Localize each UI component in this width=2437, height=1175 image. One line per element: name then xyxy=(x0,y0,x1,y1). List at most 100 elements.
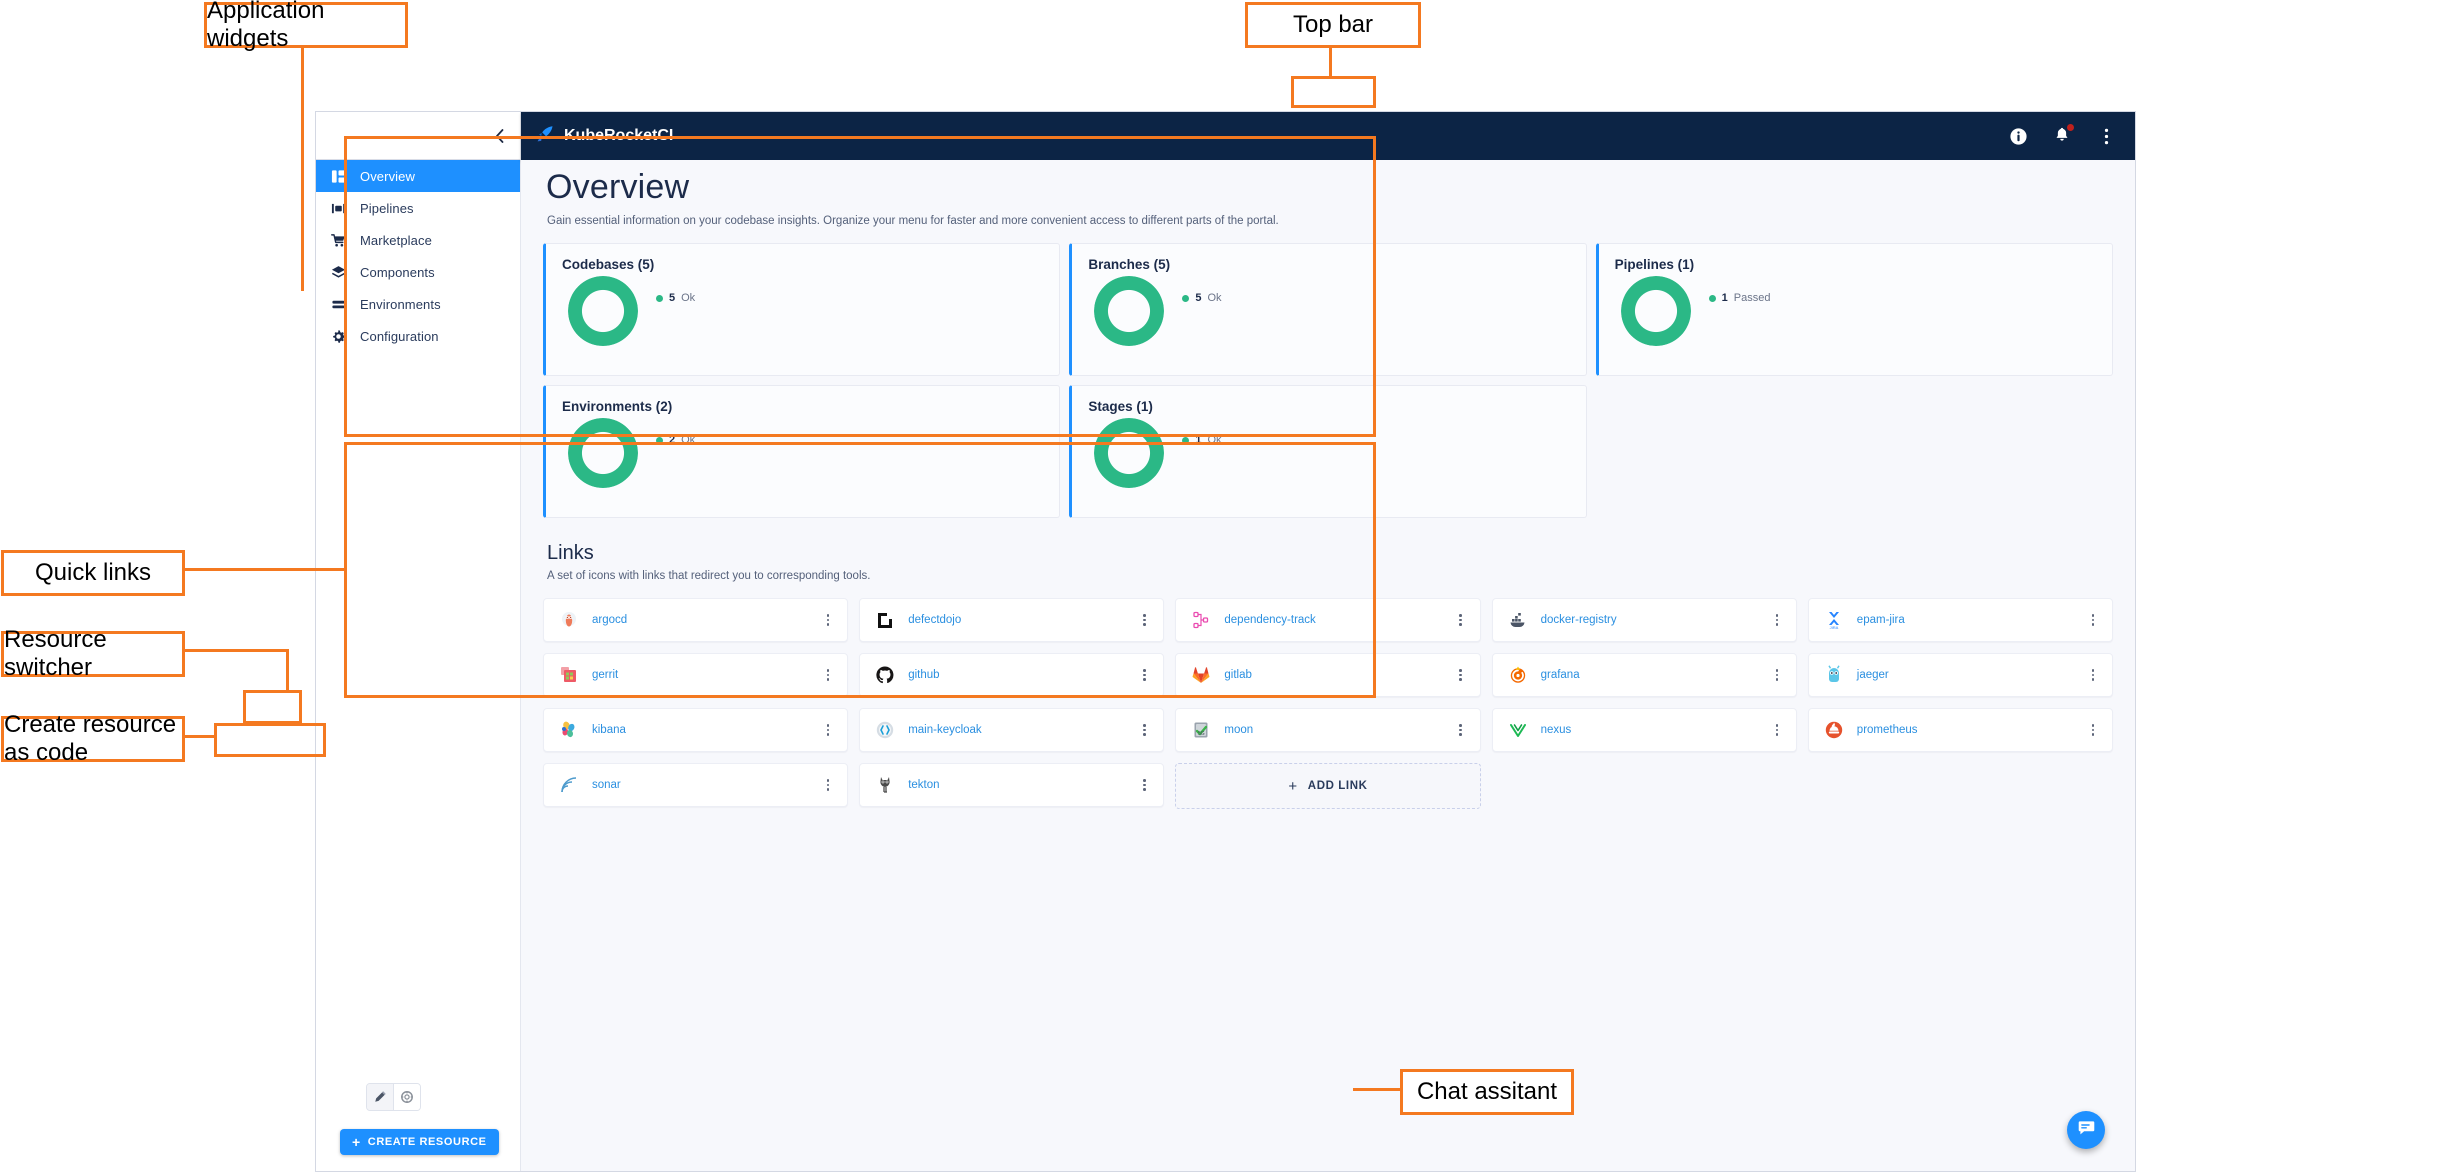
link-card-tekton[interactable]: tekton xyxy=(859,763,1165,807)
link-options-icon[interactable] xyxy=(2086,724,2100,736)
create-resource-label: CREATE RESOURCE xyxy=(367,1136,487,1148)
link-options-icon[interactable] xyxy=(1454,614,1468,626)
annotation-label: Resource switcher xyxy=(4,626,107,681)
link-card-moon[interactable]: 5G moon xyxy=(1175,708,1481,752)
link-options-icon[interactable] xyxy=(1770,669,1784,681)
link-options-icon[interactable] xyxy=(1137,614,1151,626)
svg-text:JIRA: JIRA xyxy=(1829,625,1838,630)
sidebar-item-marketplace[interactable]: Marketplace xyxy=(316,224,520,256)
link-options-icon[interactable] xyxy=(1770,724,1784,736)
annotation-leader-resource-switcher-h xyxy=(179,649,289,652)
link-card-gerrit[interactable]: gerrit xyxy=(543,653,849,697)
cart-icon xyxy=(316,233,360,248)
link-card-dependency-track[interactable]: dependency-track xyxy=(1175,598,1481,642)
sidebar-item-label: Marketplace xyxy=(360,232,432,248)
grafana-icon xyxy=(1507,664,1529,686)
widget-body: 5 Ok xyxy=(562,276,1043,346)
widget-title: Pipelines (1) xyxy=(1614,257,1695,272)
link-card-github[interactable]: github xyxy=(859,653,1165,697)
link-options-icon[interactable] xyxy=(2086,669,2100,681)
application-widgets-grid: Codebases (5) 5 Ok Branches (5) 5 Ok Pip… xyxy=(543,243,2113,518)
info-icon[interactable] xyxy=(2007,125,2029,147)
notification-badge xyxy=(2067,124,2074,131)
annotation-label: Quick links xyxy=(34,559,152,586)
link-card-sonar[interactable]: sonar xyxy=(543,763,849,807)
sidebar-item-components[interactable]: Components xyxy=(316,256,520,288)
link-options-icon[interactable] xyxy=(821,724,835,736)
link-options-icon[interactable] xyxy=(2086,614,2100,626)
link-card-grafana[interactable]: grafana xyxy=(1491,653,1797,697)
widget-codebases[interactable]: Codebases (5) 5 Ok xyxy=(543,243,1061,376)
link-options-icon[interactable] xyxy=(1454,669,1468,681)
link-options-icon[interactable] xyxy=(1454,724,1468,736)
widget-environments[interactable]: Environments (2) 2 Ok xyxy=(543,385,1061,518)
widget-count: 2 xyxy=(669,434,676,446)
chevron-left-icon[interactable] xyxy=(488,125,510,147)
add-link-button[interactable]: + ADD LINK xyxy=(1175,763,1481,809)
sidebar-item-label: Components xyxy=(360,264,435,280)
widget-count: 1 xyxy=(1721,292,1728,304)
sidebar-item-overview[interactable]: Overview xyxy=(316,160,520,192)
link-card-defectdojo[interactable]: defectdojo xyxy=(859,598,1165,642)
status-dot xyxy=(1182,436,1190,444)
sidebar-item-label: Overview xyxy=(360,168,415,184)
link-label: prometheus xyxy=(1856,724,1918,736)
gerrit-icon xyxy=(558,664,580,686)
create-resource-button[interactable]: + CREATE RESOURCE xyxy=(340,1129,499,1155)
annotation-label: Create resource as code xyxy=(4,711,177,766)
sidebar-item-configuration[interactable]: Configuration xyxy=(316,320,520,352)
link-options-icon[interactable] xyxy=(1137,724,1151,736)
link-card-gitlab[interactable]: gitlab xyxy=(1175,653,1481,697)
more-vertical-icon[interactable] xyxy=(2095,125,2117,147)
link-card-docker-registry[interactable]: docker-registry xyxy=(1491,598,1797,642)
links-panel: Links A set of icons with links that red… xyxy=(543,542,2113,809)
code-editor-icon[interactable] xyxy=(394,1084,420,1110)
link-card-kibana[interactable]: kibana xyxy=(543,708,849,752)
sidebar-item-pipelines[interactable]: Pipelines xyxy=(316,192,520,224)
link-label: kibana xyxy=(592,724,626,736)
resource-switcher[interactable] xyxy=(366,1083,421,1111)
sidebar-navigation: Overview Pipelines Marketplace Component… xyxy=(316,160,521,1171)
link-options-icon[interactable] xyxy=(1137,669,1151,681)
widget-count: 5 xyxy=(1195,292,1202,304)
status-dot xyxy=(656,294,663,302)
widget-title: Environments (2) xyxy=(562,399,673,414)
widget-legend: 2 Ok xyxy=(656,434,695,446)
chat-assistant-button[interactable] xyxy=(2067,1111,2105,1149)
link-card-nexus[interactable]: nexus xyxy=(1491,708,1797,752)
annotation-label: Chat assitant xyxy=(1416,1078,1558,1105)
tekton-icon xyxy=(874,774,896,796)
plus-icon: + xyxy=(1288,777,1298,795)
link-card-main-keycloak[interactable]: main-keycloak xyxy=(859,708,1165,752)
sidebar-item-environments[interactable]: Environments xyxy=(316,288,520,320)
link-card-jaeger[interactable]: jaeger xyxy=(1807,653,2113,697)
jira-icon: JIRA xyxy=(1823,609,1845,631)
link-options-icon[interactable] xyxy=(1137,779,1151,791)
widget-title: Branches (5) xyxy=(1088,257,1171,272)
page-title: Overview xyxy=(546,168,690,206)
donut-chart xyxy=(568,418,638,488)
link-label: tekton xyxy=(908,779,940,791)
annotation-leader-chat-assistant xyxy=(1353,1088,1401,1091)
widget-stages[interactable]: Stages (1) 1 Ok xyxy=(1069,385,1587,518)
argocd-icon xyxy=(558,609,580,631)
annotation-leader-quick-links xyxy=(179,568,347,571)
annotation-chat-assistant: Chat assitant xyxy=(1400,1069,1574,1115)
form-editor-icon[interactable] xyxy=(367,1084,394,1110)
link-card-argocd[interactable]: argocd xyxy=(543,598,849,642)
link-options-icon[interactable] xyxy=(821,614,835,626)
link-options-icon[interactable] xyxy=(821,779,835,791)
notifications-bell-icon[interactable] xyxy=(2051,124,2074,147)
link-label: dependency-track xyxy=(1224,614,1316,626)
link-options-icon[interactable] xyxy=(1770,614,1784,626)
link-card-prometheus[interactable]: prometheus xyxy=(1807,708,2113,752)
link-card-epam-jira[interactable]: JIRA epam-jira xyxy=(1807,598,2113,642)
pipelines-icon xyxy=(316,201,360,216)
widget-pipelines[interactable]: Pipelines (1) 1 Passed xyxy=(1595,243,2113,376)
donut-chart xyxy=(1094,418,1165,488)
svg-text:5G: 5G xyxy=(1198,731,1205,737)
brand[interactable]: KubeRocketCI xyxy=(535,124,673,149)
widget-branches[interactable]: Branches (5) 5 Ok xyxy=(1069,243,1587,376)
defectdojo-icon xyxy=(874,609,896,631)
link-options-icon[interactable] xyxy=(821,669,835,681)
